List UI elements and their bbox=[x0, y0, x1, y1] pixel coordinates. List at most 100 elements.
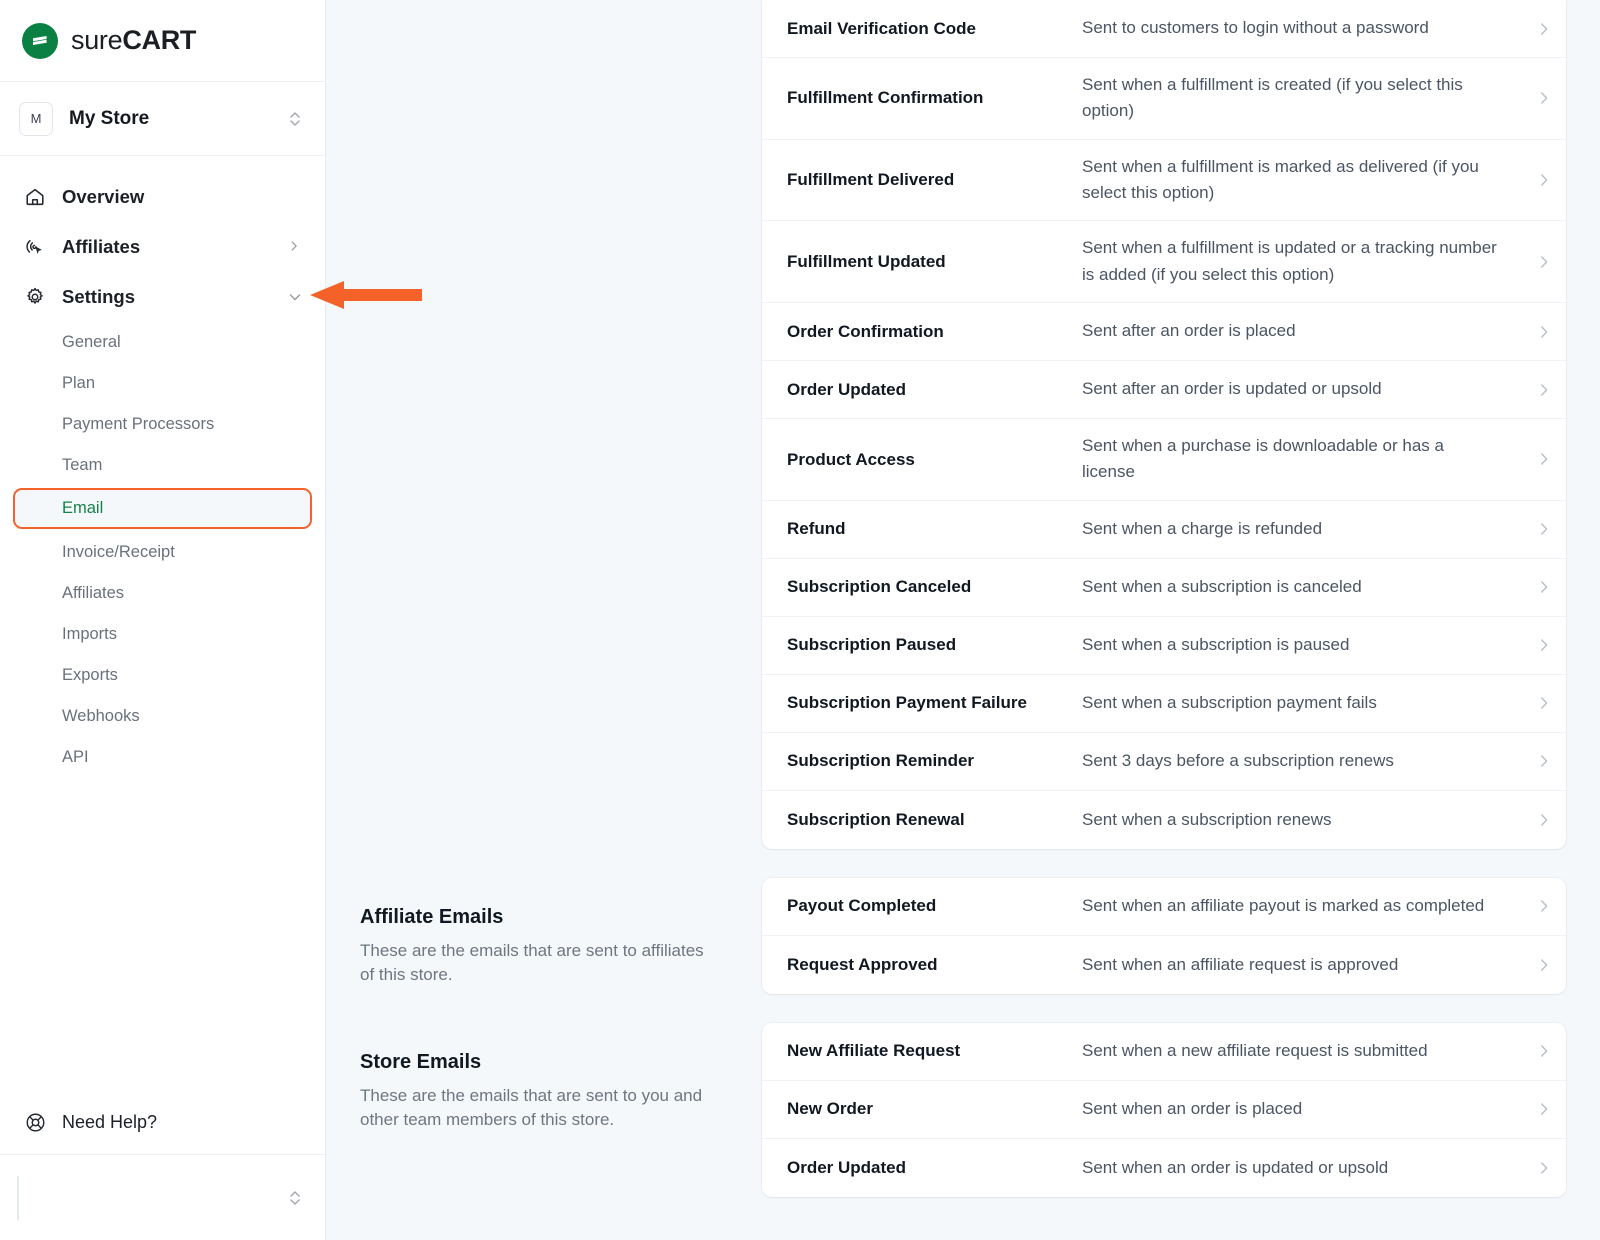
row-description: Sent when a subscription is canceled bbox=[1082, 577, 1362, 597]
sidebar-item-plan[interactable]: Plan bbox=[0, 363, 325, 404]
chevron-right-icon[interactable] bbox=[1522, 957, 1566, 973]
footer-divider-bar bbox=[17, 1175, 19, 1220]
sidebar-subitem-label: Imports bbox=[62, 625, 118, 643]
section-right-col: Email Verification Code Sent to customer… bbox=[762, 0, 1600, 849]
sidebar-subitem-label: Webhooks bbox=[62, 707, 140, 725]
chevron-right-icon[interactable] bbox=[1522, 637, 1566, 653]
table-row[interactable]: Subscription Paused Sent when a subscrip… bbox=[762, 617, 1566, 675]
affiliate-email-list-card: Payout Completed Sent when an affiliate … bbox=[762, 877, 1566, 994]
sidebar-subitem-label: Email bbox=[62, 499, 104, 517]
table-row[interactable]: New Order Sent when an order is placed bbox=[762, 1081, 1566, 1139]
store-name: My Store bbox=[69, 107, 150, 129]
chevron-right-icon[interactable] bbox=[1522, 382, 1566, 398]
chevron-right-icon[interactable] bbox=[1522, 254, 1566, 270]
row-description: Sent when an order is updated or upsold bbox=[1082, 1157, 1389, 1177]
chevron-right-icon[interactable] bbox=[1522, 695, 1566, 711]
sidebar-subitem-label: API bbox=[62, 748, 89, 766]
section-title: Store Emails bbox=[360, 1050, 482, 1073]
sidebar-subitem-label: Affiliates bbox=[62, 584, 125, 602]
sidebar-subitem-label: Plan bbox=[62, 374, 96, 392]
table-row[interactable]: Payout Completed Sent when an affiliate … bbox=[762, 878, 1566, 936]
footer-chevron-up-down-icon[interactable] bbox=[287, 1188, 303, 1208]
chevron-right-icon[interactable] bbox=[1522, 812, 1566, 828]
chevron-right-icon[interactable] bbox=[1522, 21, 1566, 37]
row-title: Order Confirmation bbox=[787, 321, 944, 341]
store-avatar: M bbox=[19, 101, 53, 136]
sidebar-subitem-label: Exports bbox=[62, 666, 118, 684]
row-description: Sent when a subscription renews bbox=[1082, 809, 1332, 829]
row-description: Sent when a fulfillment is updated or a … bbox=[1082, 238, 1497, 284]
section-customer-emails: Email Verification Code Sent to customer… bbox=[326, 0, 1600, 849]
chevron-right-icon[interactable] bbox=[1522, 324, 1566, 340]
table-row[interactable]: New Affiliate Request Sent when a new af… bbox=[762, 1023, 1566, 1081]
email-list-card: Email Verification Code Sent to customer… bbox=[762, 0, 1566, 849]
table-row[interactable]: Fulfillment Confirmation Sent when a ful… bbox=[762, 58, 1566, 140]
sidebar-item-email[interactable]: Email bbox=[13, 488, 312, 529]
chevron-right-icon[interactable] bbox=[1522, 172, 1566, 188]
chevron-right-icon[interactable] bbox=[1522, 451, 1566, 467]
table-row[interactable]: Subscription Canceled Sent when a subscr… bbox=[762, 559, 1566, 617]
row-title: Fulfillment Delivered bbox=[787, 170, 955, 190]
chevron-right-icon[interactable] bbox=[1522, 1160, 1566, 1176]
sidebar-item-affiliates[interactable]: Affiliates bbox=[0, 222, 325, 272]
sidebar-item-overview[interactable]: Overview bbox=[0, 172, 325, 222]
chevron-right-icon[interactable] bbox=[1522, 521, 1566, 537]
row-title: New Affiliate Request bbox=[787, 1041, 961, 1061]
chevron-right-icon[interactable] bbox=[1522, 1043, 1566, 1059]
sidebar-item-exports[interactable]: Exports bbox=[0, 655, 325, 696]
store-switcher[interactable]: M My Store bbox=[0, 82, 325, 156]
table-row[interactable]: Product Access Sent when a purchase is d… bbox=[762, 419, 1566, 501]
row-description: Sent when a subscription is paused bbox=[1082, 635, 1350, 655]
sidebar-item-imports[interactable]: Imports bbox=[0, 614, 325, 655]
sidebar-item-general[interactable]: General bbox=[0, 322, 325, 363]
table-row[interactable]: Fulfillment Updated Sent when a fulfillm… bbox=[762, 221, 1566, 304]
table-row[interactable]: Request Approved Sent when an affiliate … bbox=[762, 936, 1566, 994]
section-left-col bbox=[326, 0, 762, 28]
chevron-right-icon[interactable] bbox=[1522, 753, 1566, 769]
table-row[interactable]: Order Confirmation Sent after an order i… bbox=[762, 303, 1566, 362]
table-row[interactable]: Refund Sent when a charge is refunded bbox=[762, 501, 1566, 559]
section-left-col: Affiliate Emails These are the emails th… bbox=[326, 878, 762, 988]
row-description: Sent after an order is updated or upsold bbox=[1082, 379, 1382, 399]
chevron-right-icon[interactable] bbox=[1522, 90, 1566, 106]
chevron-right-icon[interactable] bbox=[1522, 898, 1566, 914]
table-row[interactable]: Subscription Payment Failure Sent when a… bbox=[762, 675, 1566, 733]
section-affiliate-emails: Affiliate Emails These are the emails th… bbox=[326, 877, 1600, 994]
row-title: Email Verification Code bbox=[787, 18, 976, 38]
row-description: Sent when a fulfillment is marked as del… bbox=[1082, 156, 1479, 203]
sidebar-item-team[interactable]: Team bbox=[0, 445, 325, 486]
table-row[interactable]: Order Updated Sent after an order is upd… bbox=[762, 361, 1566, 420]
sidebar-item-payment-processors[interactable]: Payment Processors bbox=[0, 404, 325, 445]
table-row[interactable]: Fulfillment Delivered Sent when a fulfil… bbox=[762, 140, 1566, 222]
table-row[interactable]: Subscription Renewal Sent when a subscri… bbox=[762, 791, 1566, 849]
row-description: Sent when a charge is refunded bbox=[1082, 519, 1323, 539]
sidebar-item-api[interactable]: API bbox=[0, 737, 325, 778]
row-title: Fulfillment Updated bbox=[787, 251, 946, 271]
section-title: Affiliate Emails bbox=[360, 905, 504, 928]
table-row[interactable]: Subscription Reminder Sent 3 days before… bbox=[762, 733, 1566, 791]
table-row[interactable]: Email Verification Code Sent to customer… bbox=[762, 0, 1566, 58]
sidebar-item-affiliates-sub[interactable]: Affiliates bbox=[0, 573, 325, 614]
row-description: Sent when a subscription payment fails bbox=[1082, 693, 1377, 713]
section-left-col: Store Emails These are the emails that a… bbox=[326, 1023, 762, 1133]
sidebar-footer-selector[interactable] bbox=[0, 1154, 325, 1240]
sidebar-item-settings[interactable]: Settings bbox=[0, 272, 325, 322]
primary-nav: Overview Affiliates Settings General Pla… bbox=[0, 156, 325, 778]
row-title: Subscription Reminder bbox=[787, 751, 975, 771]
row-title: Product Access bbox=[787, 449, 915, 469]
chevron-right-icon[interactable] bbox=[1522, 579, 1566, 595]
sidebar-item-email-active-highlight[interactable]: Email bbox=[13, 488, 312, 529]
need-help-button[interactable]: Need Help? bbox=[0, 1090, 325, 1154]
surecart-logo-icon bbox=[22, 22, 58, 59]
sidebar-item-invoice-receipt[interactable]: Invoice/Receipt bbox=[0, 532, 325, 573]
row-title: Subscription Canceled bbox=[787, 577, 972, 597]
settings-chevron-down-icon[interactable] bbox=[287, 289, 303, 305]
table-row[interactable]: Order Updated Sent when an order is upda… bbox=[762, 1139, 1566, 1197]
lifebuoy-icon bbox=[22, 1109, 48, 1135]
row-title: Subscription Paused bbox=[787, 635, 957, 655]
chevron-right-icon[interactable] bbox=[1522, 1101, 1566, 1117]
affiliates-cursor-icon bbox=[22, 234, 48, 260]
sidebar-item-webhooks[interactable]: Webhooks bbox=[0, 696, 325, 737]
app-root: sureCART M My Store Overview Affiliates … bbox=[0, 0, 1600, 1240]
